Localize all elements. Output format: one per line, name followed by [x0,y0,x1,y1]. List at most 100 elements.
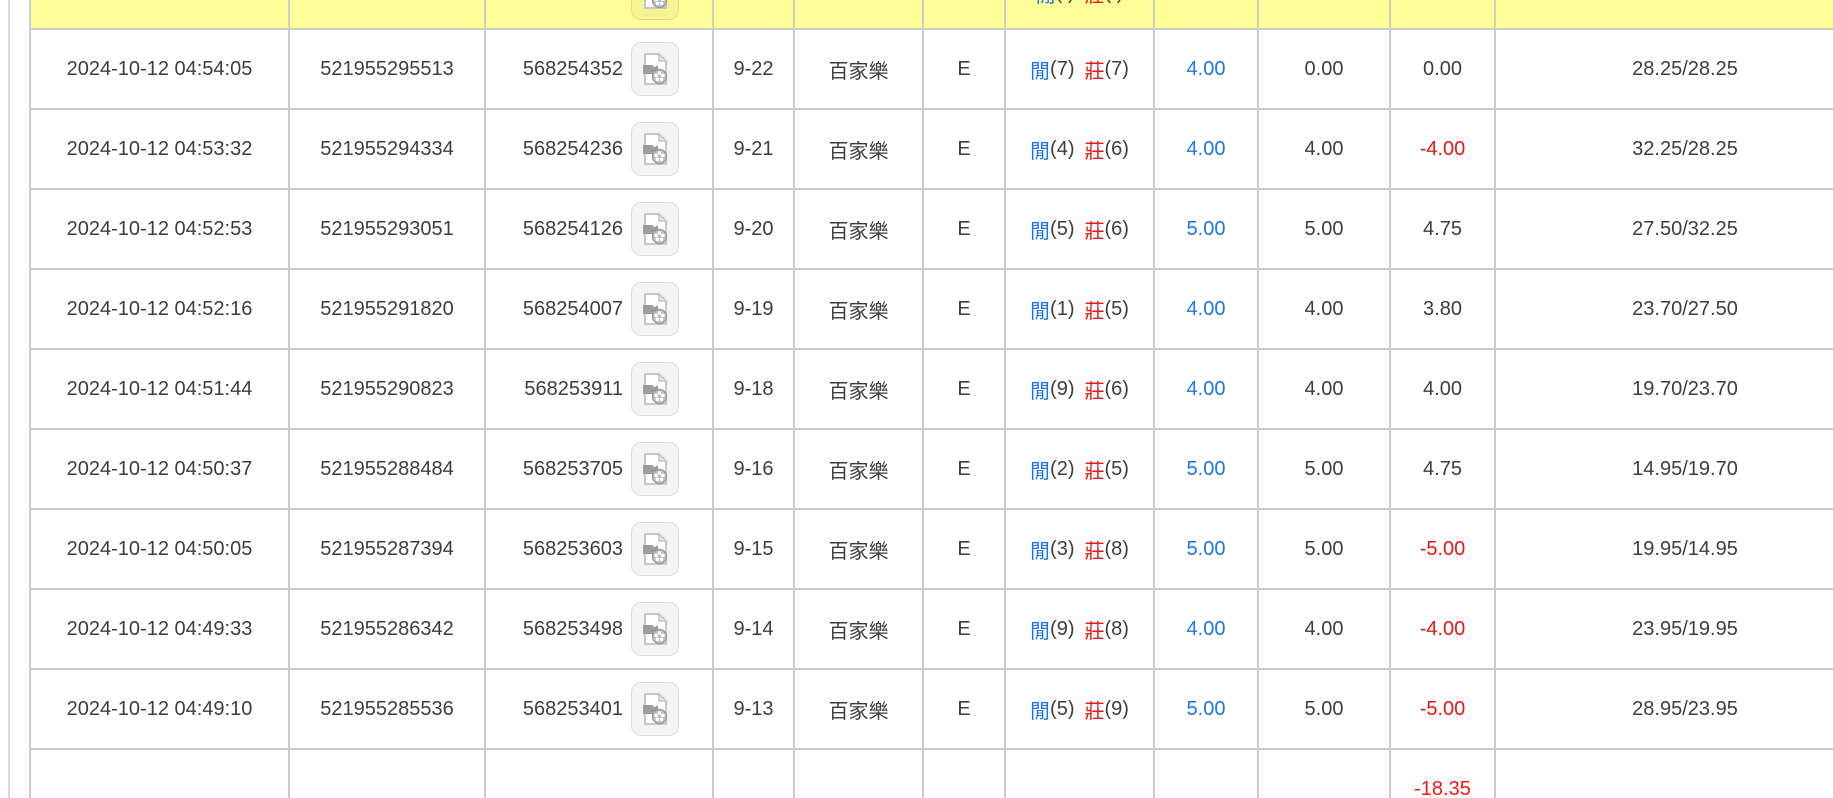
cell-result: 閒 (1) 莊 (5) [1004,268,1155,350]
result-banker-score: (9) [1104,697,1129,720]
table-row: 2024-10-12 04:50:37 521955288484 5682537… [29,428,1833,510]
bet-amount-link[interactable]: 4.00 [1187,58,1226,81]
result-player-label: 閒 [1030,540,1051,563]
win-loss-text: -4.00 [1419,137,1466,160]
bet-amount-link[interactable]: 4.00 [1187,298,1226,321]
subtotal-empty-cell [793,748,924,798]
video-file-icon [643,132,668,165]
bet-id-text: 521955285536 [320,697,454,720]
cell-round-number: 9-13 [712,668,795,750]
flag-text: E [957,217,971,240]
subtotal-empty-cell [922,748,1006,798]
cell-balance: 28.95/23.95 [1494,668,1833,750]
video-file-icon [643,452,668,485]
bet-id-text: 521955288484 [320,457,454,480]
video-file-icon [643,212,668,245]
video-replay-button[interactable] [631,0,679,20]
video-replay-button[interactable] [631,522,679,576]
video-replay-button[interactable] [631,442,679,496]
game-id-text: 568253911 [524,377,623,400]
round-number-text: 9-20 [733,217,774,240]
cell-bet-id: 521955293051 [288,188,486,270]
valid-bet-text: 5.00 [1304,537,1344,560]
result-player-label: 閒 [1030,380,1051,403]
result-banker-label: 莊 [1084,140,1105,163]
bet-amount-link[interactable]: 5.00 [1187,218,1226,241]
cell-game-type: 百家樂 [793,588,924,670]
table-row: 2024-10-12 04:52:53 521955293051 5682541… [29,188,1833,270]
bet-amount-link[interactable]: 4.00 [1187,378,1226,401]
flag-text: E [957,137,971,160]
balance-text: 28.25/28.25 [1632,57,1738,80]
flag-text: E [957,537,971,560]
balance-text: 19.95/14.95 [1632,537,1738,560]
cell-bet-amount: 4.00 [1153,588,1259,670]
table-row: 2024-10-12 04:52:16 521955291820 5682540… [29,268,1833,350]
flag-text: E [957,377,971,400]
cell-balance: 19.95/14.95 [1494,508,1833,590]
cell-bet-id: 521955290823 [288,348,486,430]
cell-bet-amount [1153,0,1259,30]
cell-game-type: 百家樂 [793,348,924,430]
cell-balance [1494,0,1833,30]
result-banker-label: 莊 [1084,540,1105,563]
flag-text: E [957,57,971,80]
cell-game-type: 百家樂 [793,668,924,750]
cell-bet-id: 521955286342 [288,588,486,670]
cell-game-id: 568254352 [484,28,714,110]
balance-text: 23.95/19.95 [1632,617,1738,640]
bet-amount-link[interactable]: 5.00 [1187,698,1226,721]
subtotal-empty-cell [712,748,795,798]
game-id-text: 568253401 [522,697,623,720]
bet-history-table: 閒( )莊( ) 2024-10-12 04:54:05 52195529551… [29,0,1833,798]
result-player-score: (1) [1050,297,1075,320]
cell-win-loss: -5.00 [1389,508,1496,590]
game-type-text: 百家樂 [828,620,889,643]
bet-amount-link[interactable]: 4.00 [1187,618,1226,641]
bet-amount-link[interactable]: 5.00 [1187,538,1226,561]
video-replay-button[interactable] [631,362,679,416]
bet-id-text: 521955286342 [320,617,454,640]
result-banker-score: (6) [1104,377,1129,400]
cell-round-number: 9-22 [712,28,795,110]
bet-id-text: 521955294334 [320,137,454,160]
win-loss-text: -5.00 [1419,537,1466,560]
bet-time-text: 2024-10-12 04:52:16 [66,297,253,320]
balance-text: 28.95/23.95 [1632,697,1738,720]
subtotal-win-loss-total: -18.35 [1389,748,1496,798]
video-replay-button[interactable] [631,122,679,176]
video-replay-button[interactable] [631,202,679,256]
video-replay-button[interactable] [631,42,679,96]
round-number-text: 9-19 [733,297,774,320]
result-banker-score: (6) [1104,137,1129,160]
video-replay-button[interactable] [631,602,679,656]
bet-amount-link[interactable]: 5.00 [1187,458,1226,481]
result-banker-label: 莊 [1084,460,1105,483]
result-banker-score: (6) [1104,217,1129,240]
cell-bet-time: 2024-10-12 04:51:44 [29,348,290,430]
table-row: 2024-10-12 04:49:33 521955286342 5682534… [29,588,1833,670]
cell-result: 閒 (3) 莊 (8) [1004,508,1155,590]
game-type-text: 百家樂 [828,220,889,243]
video-replay-button[interactable] [631,282,679,336]
cell-bet-amount: 4.00 [1153,268,1259,350]
cell-round-number: 9-18 [712,348,795,430]
cell-win-loss: 4.75 [1389,188,1496,270]
cell-flag [922,0,1006,30]
cell-game-id: 568254126 [484,188,714,270]
cell-game-type: 百家樂 [793,188,924,270]
bet-amount-link[interactable]: 4.00 [1187,138,1226,161]
video-file-icon [643,372,668,405]
cell-round-number: 9-20 [712,188,795,270]
video-file-icon [644,0,668,9]
cell-bet-amount: 4.00 [1153,348,1259,430]
valid-bet-text: 5.00 [1304,217,1344,240]
cell-bet-time: 2024-10-12 04:52:16 [29,268,290,350]
cell-valid-bet: 5.00 [1257,668,1391,750]
cell-round-number: 9-21 [712,108,795,190]
bet-time-text: 2024-10-12 04:49:33 [66,617,253,640]
cell-result: 閒 (5) 莊 (9) [1004,668,1155,750]
result-player-label: 閒 [1030,620,1051,643]
cell-flag: E [922,508,1006,590]
video-replay-button[interactable] [631,682,679,736]
